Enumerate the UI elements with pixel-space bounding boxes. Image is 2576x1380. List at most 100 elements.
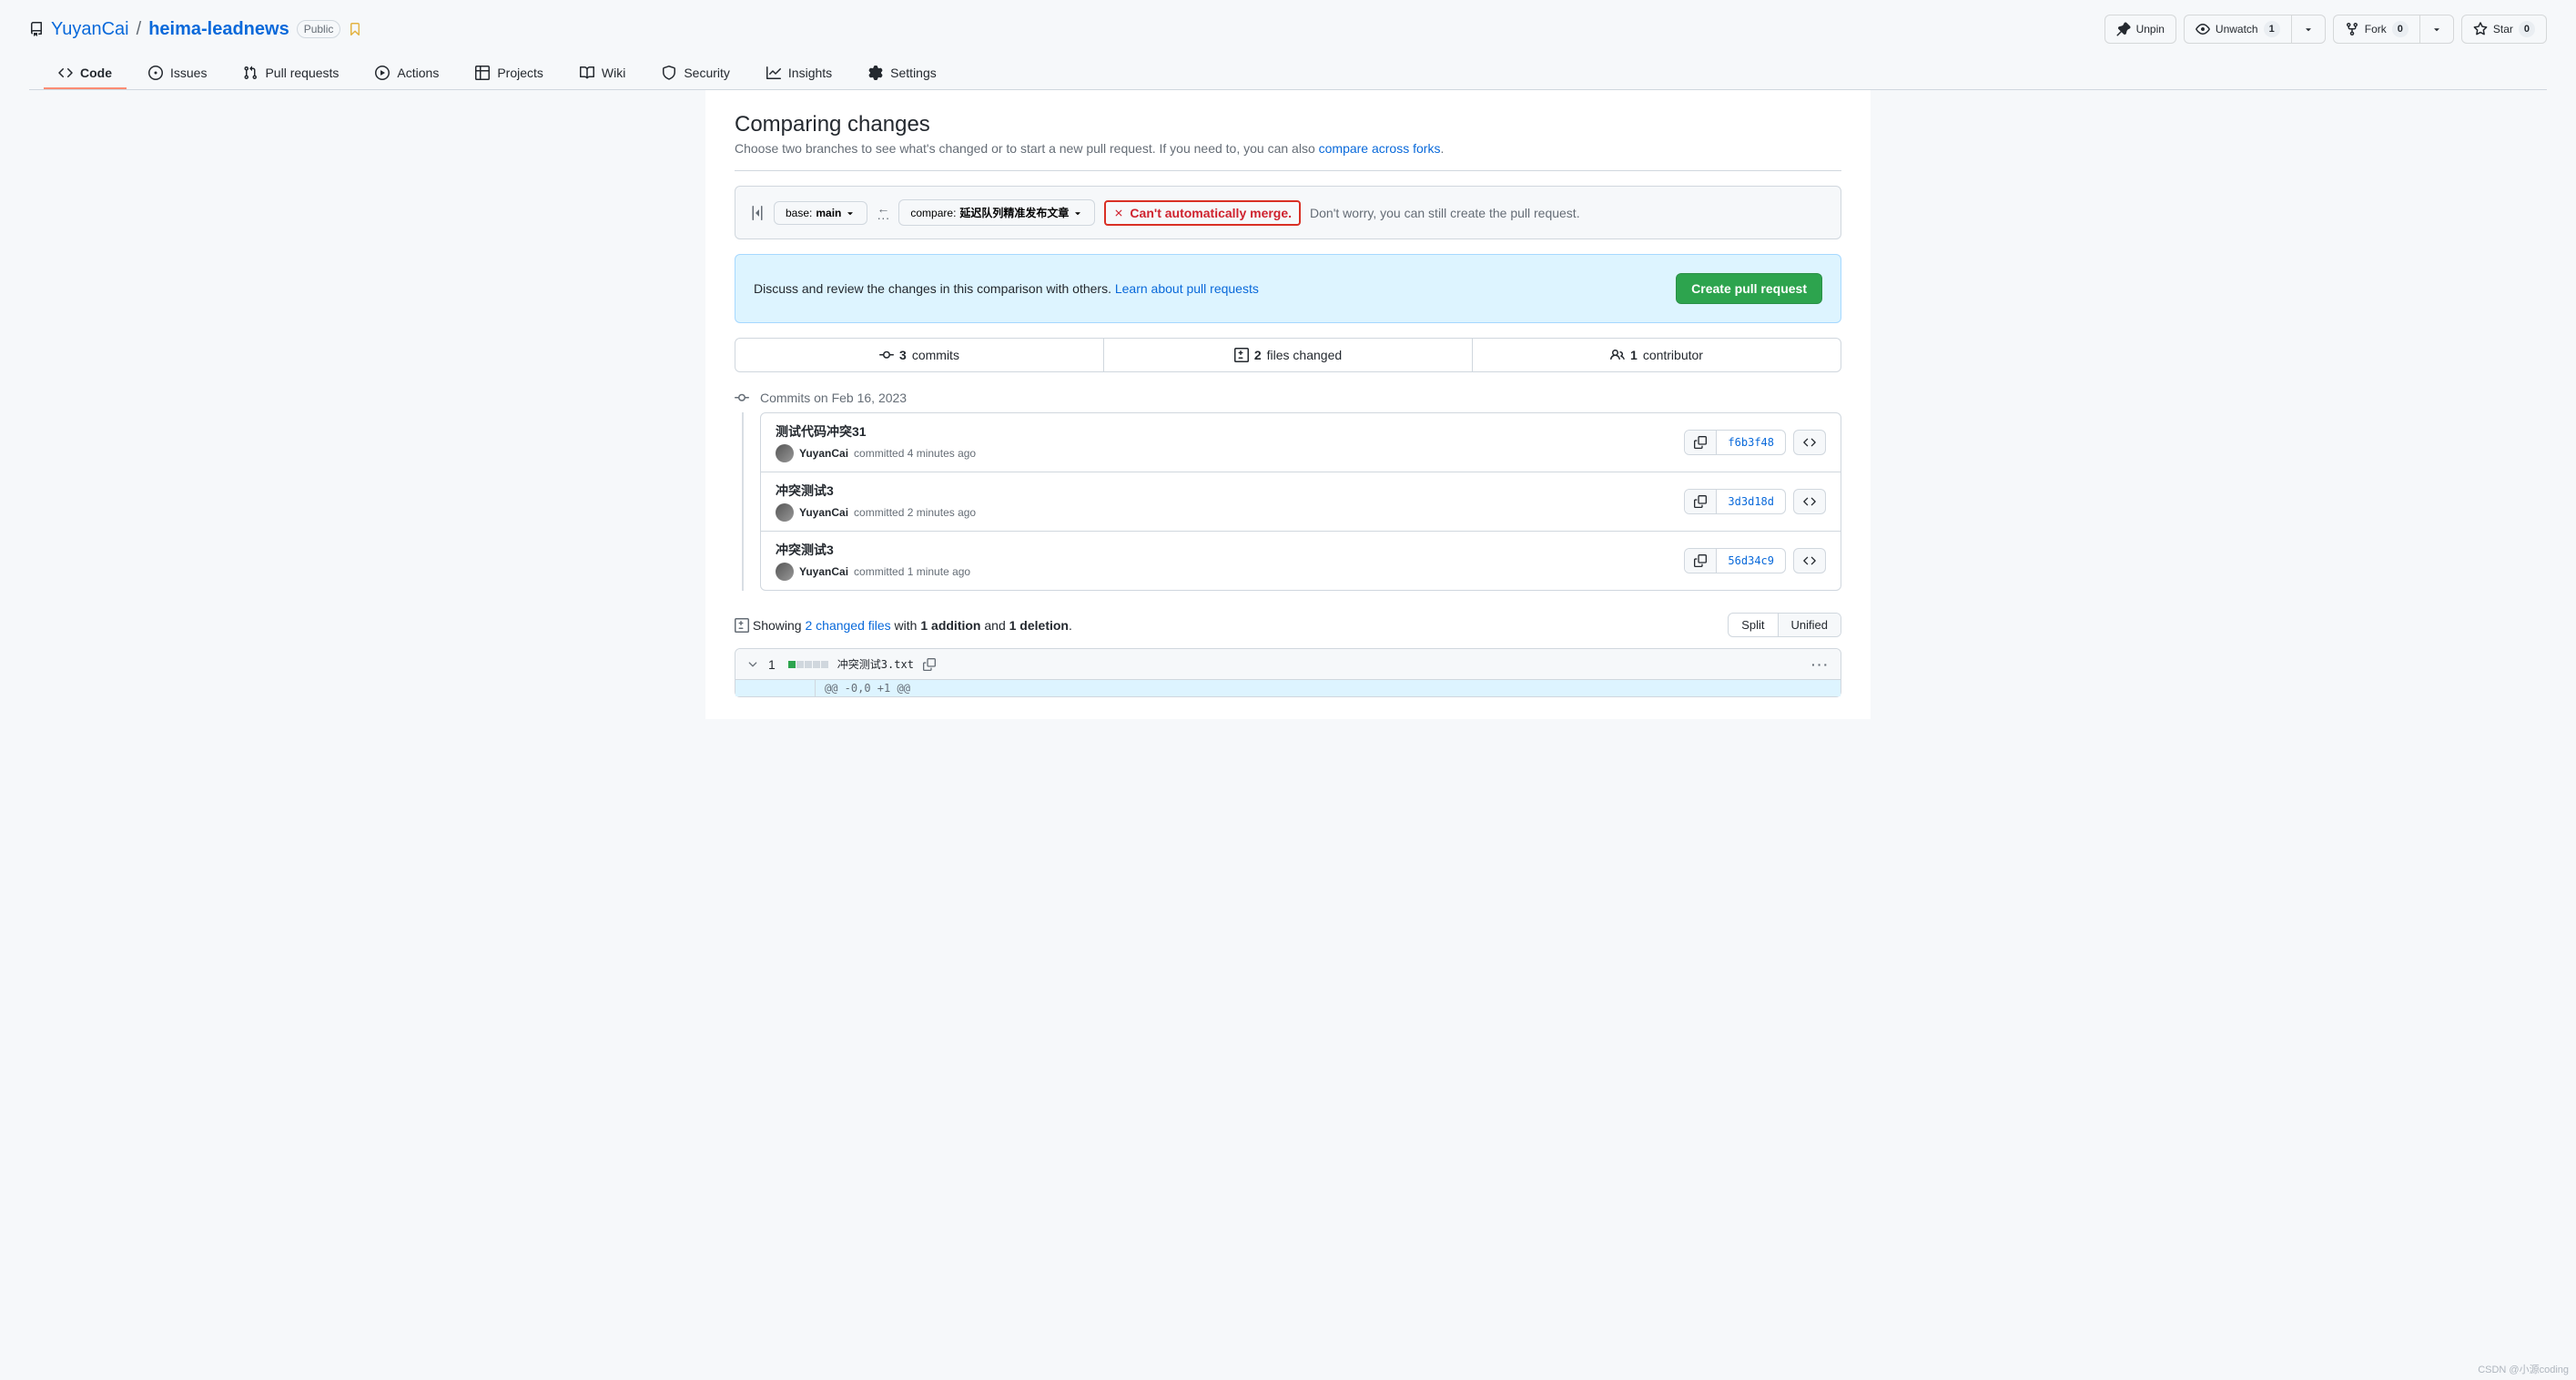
tab-pulls[interactable]: Pull requests — [228, 58, 353, 89]
copy-sha-button[interactable] — [1685, 490, 1716, 513]
issue-icon — [148, 66, 163, 80]
file-box: 1 冲突测试3.txt ··· @@ -0,0 +1 @@ — [735, 648, 1841, 697]
tab-wiki[interactable]: Wiki — [565, 58, 640, 89]
file-menu[interactable]: ··· — [1811, 657, 1830, 672]
stats-tabs: 3 commits 2 files changed 1 contributor — [735, 338, 1841, 372]
browse-repo-button[interactable] — [1793, 489, 1826, 514]
merge-after-text: Don't worry, you can still create the pu… — [1310, 206, 1580, 220]
fork-dropdown[interactable] — [2420, 15, 2454, 44]
copy-icon[interactable] — [923, 658, 936, 671]
compare-forks-link[interactable]: compare across forks — [1319, 141, 1441, 156]
star-button[interactable]: Star 0 — [2461, 15, 2547, 44]
chevron-down-icon — [1072, 208, 1083, 218]
commit-item: 冲突测试3 YuyanCai committed 2 minutes ago 3… — [761, 472, 1841, 531]
copy-icon — [1694, 554, 1707, 567]
fork-button[interactable]: Fork 0 — [2333, 15, 2420, 44]
commit-title[interactable]: 冲突测试3 — [776, 541, 970, 559]
watermark: CSDN @小源coding — [2478, 1362, 2569, 1376]
bookmark-icon[interactable] — [348, 22, 362, 36]
repo-nav: Code Issues Pull requests Actions Projec… — [29, 58, 2547, 90]
commit-icon — [879, 348, 894, 362]
shield-icon — [662, 66, 676, 80]
commit-title[interactable]: 冲突测试3 — [776, 482, 976, 500]
people-icon — [1610, 348, 1625, 362]
copy-sha-button[interactable] — [1685, 431, 1716, 454]
eye-icon — [2196, 22, 2210, 36]
pin-icon — [2116, 22, 2131, 36]
copy-icon — [1694, 436, 1707, 449]
unified-view[interactable]: Unified — [1778, 614, 1841, 636]
compare-icon[interactable] — [750, 206, 765, 220]
star-icon — [2473, 22, 2488, 36]
avatar[interactable] — [776, 503, 794, 522]
star-count: 0 — [2519, 21, 2535, 37]
chevron-down-icon — [845, 208, 856, 218]
range-editor: base: main ←··· compare: 延迟队列精准发布文章 Can'… — [735, 186, 1841, 239]
repo-link[interactable]: heima-leadnews — [148, 19, 289, 40]
contributors-tab[interactable]: 1 contributor — [1472, 339, 1841, 371]
pr-banner: Discuss and review the changes in this c… — [735, 254, 1841, 323]
browse-repo-button[interactable] — [1793, 430, 1826, 455]
split-view[interactable]: Split — [1729, 614, 1777, 636]
graph-icon — [766, 66, 781, 80]
base-branch-select[interactable]: base: main — [774, 201, 867, 225]
sha-link[interactable]: 3d3d18d — [1716, 490, 1785, 513]
commit-author[interactable]: YuyanCai — [799, 565, 848, 578]
diffstat-squares — [788, 661, 828, 668]
table-icon — [475, 66, 490, 80]
files-tab[interactable]: 2 files changed — [1103, 339, 1472, 371]
sha-link[interactable]: f6b3f48 — [1716, 431, 1785, 454]
tab-issues[interactable]: Issues — [134, 58, 221, 89]
file-diff-icon — [1234, 348, 1249, 362]
avatar[interactable] — [776, 444, 794, 462]
page-subtitle: Choose two branches to see what's change… — [735, 141, 1841, 171]
avatar[interactable] — [776, 563, 794, 581]
gear-icon — [868, 66, 883, 80]
commit-item: 冲突测试3 YuyanCai committed 1 minute ago 56… — [761, 531, 1841, 590]
commit-meta-text: committed 1 minute ago — [854, 565, 970, 578]
code-icon — [1803, 495, 1816, 508]
chevron-down-icon[interactable] — [746, 658, 759, 671]
owner-link[interactable]: YuyanCai — [51, 19, 129, 40]
copy-sha-button[interactable] — [1685, 549, 1716, 573]
play-icon — [375, 66, 390, 80]
tab-code[interactable]: Code — [44, 58, 127, 89]
tab-projects[interactable]: Projects — [461, 58, 558, 89]
tab-security[interactable]: Security — [647, 58, 745, 89]
book-icon — [580, 66, 594, 80]
merge-status: Can't automatically merge. — [1104, 200, 1301, 226]
learn-pr-link[interactable]: Learn about pull requests — [1115, 281, 1259, 296]
browse-repo-button[interactable] — [1793, 548, 1826, 573]
sha-link[interactable]: 56d34c9 — [1716, 549, 1785, 573]
file-changes-count: 1 — [768, 657, 776, 672]
arrow-icon: ←··· — [877, 204, 889, 222]
unwatch-button[interactable]: Unwatch 1 — [2184, 15, 2292, 44]
file-name[interactable]: 冲突测试3.txt — [837, 656, 914, 672]
create-pr-button[interactable]: Create pull request — [1676, 273, 1822, 304]
tab-actions[interactable]: Actions — [360, 58, 453, 89]
tab-settings[interactable]: Settings — [854, 58, 951, 89]
commit-author[interactable]: YuyanCai — [799, 447, 848, 460]
commit-title[interactable]: 测试代码冲突31 — [776, 422, 976, 441]
file-diff-icon — [735, 618, 749, 633]
commits-tab[interactable]: 3 commits — [735, 339, 1103, 371]
commits-date: Commits on Feb 16, 2023 — [753, 387, 1841, 412]
sep: / — [137, 19, 142, 40]
unpin-button[interactable]: Unpin — [2104, 15, 2176, 44]
fork-icon — [2345, 22, 2359, 36]
tab-insights[interactable]: Insights — [752, 58, 847, 89]
code-icon — [1803, 554, 1816, 567]
commit-author[interactable]: YuyanCai — [799, 506, 848, 519]
page-title: Comparing changes — [735, 112, 1841, 137]
changed-files-link[interactable]: 2 changed files — [805, 618, 890, 633]
watch-dropdown[interactable] — [2292, 15, 2326, 44]
code-icon — [1803, 436, 1816, 449]
copy-icon — [1694, 495, 1707, 508]
visibility-label: Public — [297, 20, 341, 38]
fork-count: 0 — [2392, 21, 2409, 37]
hunk-row: @@ -0,0 +1 @@ — [735, 680, 1841, 696]
commit-icon — [735, 391, 749, 405]
pr-icon — [243, 66, 258, 80]
commit-list: 测试代码冲突31 YuyanCai committed 4 minutes ag… — [760, 412, 1841, 591]
compare-branch-select[interactable]: compare: 延迟队列精准发布文章 — [898, 199, 1095, 226]
